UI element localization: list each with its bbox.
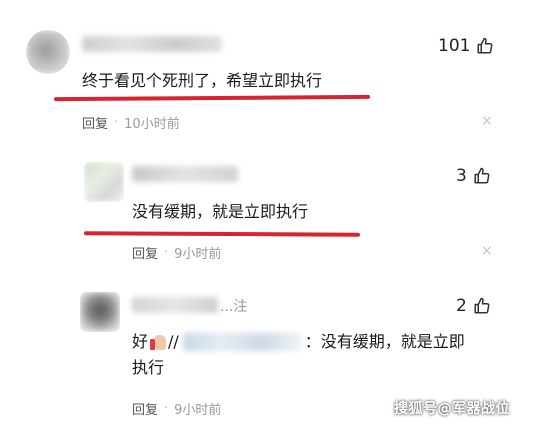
thumbs-up-emoji-icon: [150, 333, 167, 351]
comment-text: 终于看见个死刑了，希望立即执行: [82, 71, 323, 90]
like-count-text: 3: [456, 166, 467, 186]
like-count[interactable]: 101: [438, 36, 494, 56]
comment-meta: 回复 · 9小时前: [132, 243, 221, 262]
comment-text-main: ：没有缓期，就是立即: [304, 332, 465, 351]
highlight-underline: [83, 231, 361, 237]
meta-separator: ·: [164, 245, 169, 260]
comment-text-line1: 好 // ：没有缓期，就是立即: [132, 330, 465, 354]
like-count[interactable]: 3: [456, 166, 491, 186]
comment-text: 没有缓期，就是立即执行: [132, 202, 309, 221]
mention-blurred[interactable]: [182, 333, 301, 351]
username-tail[interactable]: ...注: [220, 296, 247, 316]
username-blurred[interactable]: [132, 297, 218, 313]
username-blurred[interactable]: [82, 36, 222, 52]
watermark: 搜狐号@军器战位: [394, 401, 510, 417]
comment-meta: 回复 · 10小时前: [82, 113, 180, 132]
comment-text-separator: //: [168, 332, 179, 351]
timestamp: 9小时前: [174, 247, 222, 262]
like-count-text: 2: [456, 296, 467, 316]
like-count[interactable]: 2: [456, 296, 491, 316]
comment-meta: 回复 · 9小时前: [132, 399, 221, 418]
username-blurred[interactable]: [132, 166, 238, 182]
reply-button[interactable]: 回复: [82, 113, 108, 132]
meta-separator: ·: [114, 115, 119, 130]
avatar[interactable]: [84, 162, 124, 202]
meta-separator: ·: [164, 401, 169, 416]
close-icon[interactable]: ×: [481, 243, 493, 259]
close-icon[interactable]: ×: [481, 113, 493, 129]
thumbs-up-icon[interactable]: [476, 37, 494, 55]
timestamp: 10小时前: [124, 117, 180, 132]
thumbs-up-icon[interactable]: [473, 167, 491, 185]
comment-text-prefix: 好: [132, 332, 149, 351]
reply-button[interactable]: 回复: [132, 243, 158, 262]
avatar[interactable]: [26, 30, 70, 74]
avatar[interactable]: [80, 292, 120, 332]
timestamp: 9小时前: [174, 403, 222, 418]
thumbs-up-icon[interactable]: [473, 297, 491, 315]
like-count-text: 101: [438, 36, 471, 56]
comment-text-line2: 执行: [132, 358, 165, 377]
reply-button[interactable]: 回复: [132, 399, 158, 418]
highlight-underline: [53, 94, 371, 102]
